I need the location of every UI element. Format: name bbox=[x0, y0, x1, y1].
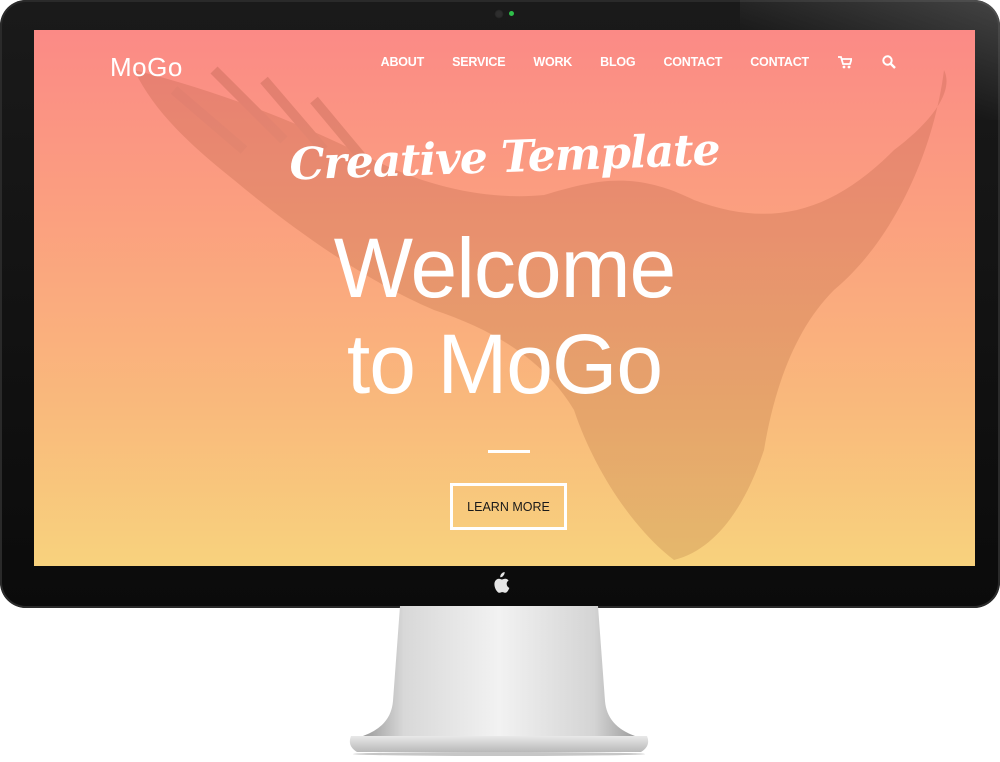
hero-heading-line-1: Welcome bbox=[333, 221, 677, 315]
nav-contact[interactable]: CONTACT bbox=[663, 55, 722, 69]
main-navigation: ABOUT SERVICE WORK BLOG CONTACT CONTACT bbox=[381, 52, 897, 72]
learn-more-button[interactable]: LEARN MORE bbox=[450, 483, 567, 530]
hero-heading-line-2: to MoGo bbox=[346, 317, 663, 411]
hero-divider bbox=[488, 450, 530, 453]
hero-heading: Welcome to MoGo bbox=[34, 220, 975, 412]
nav-blog[interactable]: BLOG bbox=[600, 55, 636, 69]
nav-service[interactable]: SERVICE bbox=[452, 55, 505, 69]
search-icon[interactable] bbox=[881, 54, 897, 70]
cart-icon[interactable] bbox=[837, 54, 853, 70]
nav-about[interactable]: ABOUT bbox=[381, 55, 425, 69]
monitor-stand bbox=[349, 606, 649, 756]
camera-indicator-light bbox=[509, 11, 514, 16]
apple-logo-icon bbox=[494, 572, 510, 593]
camera-icon bbox=[494, 9, 504, 19]
website-screen: MoGo ABOUT SERVICE WORK BLOG CONTACT CON… bbox=[34, 30, 975, 566]
nav-work[interactable]: WORK bbox=[533, 55, 572, 69]
nav-contact-2[interactable]: CONTACT bbox=[750, 55, 809, 69]
site-logo[interactable]: MoGo bbox=[110, 52, 183, 83]
